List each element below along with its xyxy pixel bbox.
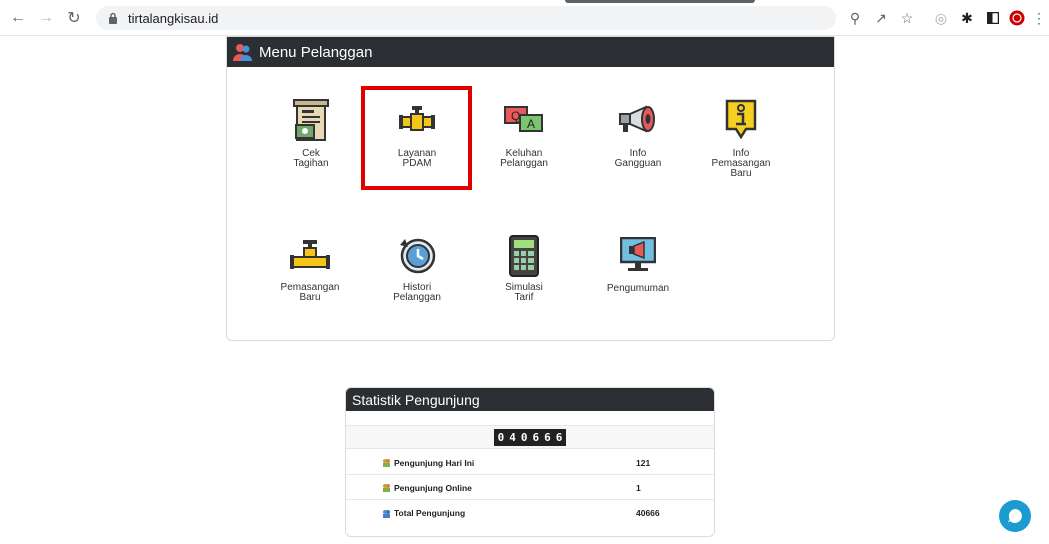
counter-digit: 6 [555,430,563,444]
menu-item-label: Simulasi Tarif [505,282,543,303]
counter-digit: 0 [497,430,505,444]
pipe-install-icon [290,240,330,269]
url-text: tirtalangkisau.id [128,10,219,26]
menu-item-info-gangguan[interactable]: Info Gangguan [588,105,688,169]
menu-item-label: Pemasangan Baru [280,282,340,303]
menu-item-label: Info Pemasangan Baru [711,148,771,179]
people-icon [383,509,390,518]
stats-row: Total Pengunjung 40666 [346,501,714,525]
visitor-counter: 0 4 0 6 6 6 [493,428,567,446]
menu-item-label: Pengumuman [606,283,670,294]
chat-icon [1008,509,1022,523]
forward-icon[interactable]: → [36,8,56,28]
people-icon [383,484,390,492]
menu-item-label: Histori Pelanggan [393,282,441,303]
menu-item-pemasangan-baru[interactable]: Pemasangan Baru [260,239,360,303]
menu-item-label: Info Gangguan [614,148,662,169]
stats-row: Pengunjung Hari Ini 121 [346,451,714,475]
visitor-counter-row: 0 4 0 6 6 6 [346,425,714,449]
menu-item-info-pemasangan-baru[interactable]: Info Pemasangan Baru [691,99,791,179]
more-icon[interactable]: ⋮ [1032,9,1046,27]
star-icon[interactable]: ☆ [898,9,916,27]
lock-icon [109,12,117,24]
stats-label: Pengunjung Online [394,482,472,493]
stats-panel: Statistik Pengunjung 0 4 0 6 6 6 Pengunj… [345,387,715,537]
zoom-icon[interactable]: ⚲ [846,9,864,27]
puzzle-icon[interactable]: ✱ [958,9,976,27]
menu-item-cek-tagihan[interactable]: Cek Tagihan [261,99,361,169]
counter-digit: 6 [532,430,540,444]
menu-item-label: Cek Tagihan [293,148,329,169]
chat-qa-icon: Q A [504,106,543,132]
stats-label: Pengunjung Hari Ini [394,457,475,468]
stats-value: 1 [636,482,641,493]
people-icon [383,459,390,467]
extension-globe-icon[interactable]: ◎ [932,9,950,27]
stats-title: Statistik Pengunjung [346,388,714,411]
stats-row: Pengunjung Online 1 [346,476,714,500]
announcement-monitor-icon [620,237,656,271]
svg-text:A: A [527,117,535,131]
users-icon [233,44,252,61]
highlight-box [361,86,472,190]
bill-icon [293,99,329,141]
counter-digit: 0 [520,430,528,444]
history-icon [400,238,436,274]
menu-item-histori-pelanggan[interactable]: Histori Pelanggan [367,235,467,303]
stats-label: Total Pengunjung [394,508,466,518]
back-icon[interactable]: ← [8,8,28,28]
menu-item-keluhan-pelanggan[interactable]: Q A Keluhan Pelanggan [474,105,574,169]
profile-icon[interactable] [1008,9,1026,27]
address-bar[interactable]: tirtalangkisau.id [96,6,836,30]
sidepanel-icon[interactable] [984,9,1002,27]
share-icon[interactable]: ↗ [872,9,890,27]
calculator-icon [509,235,539,277]
tab-strip-indicator [565,0,755,3]
info-icon [725,99,757,139]
menu-header: Menu Pelanggan [227,37,834,67]
counter-digit: 6 [544,430,551,444]
stats-value: 40666 [636,508,660,518]
stats-value: 121 [636,457,651,468]
menu-title: Menu Pelanggan [259,43,373,61]
counter-digit: 4 [509,430,516,444]
menu-item-label: Keluhan Pelanggan [500,148,548,169]
browser-toolbar: ← → ↻ tirtalangkisau.id ⚲ ↗ ☆ ◎ ✱ ⋮ [0,0,1049,36]
menu-item-pengumuman[interactable]: Pengumuman [588,237,688,294]
menu-item-simulasi-tarif[interactable]: Simulasi Tarif [474,235,574,303]
svg-text:Q: Q [511,109,520,123]
reload-icon[interactable]: ↻ [64,8,84,28]
megaphone-icon [619,105,655,133]
chat-widget-button[interactable] [999,500,1031,532]
menu-panel: Menu Pelanggan Cek Tagihan Layanan PDAM … [226,36,835,341]
